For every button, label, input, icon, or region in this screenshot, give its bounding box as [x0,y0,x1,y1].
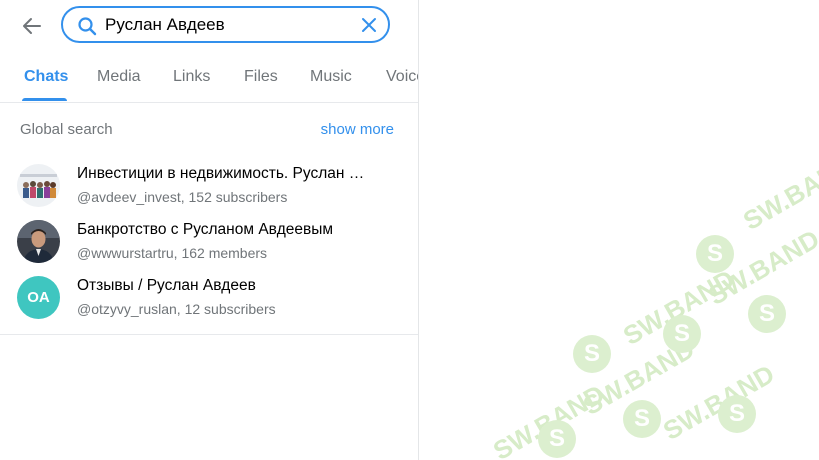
tab-media[interactable]: Media [97,68,141,102]
arrow-left-icon [23,18,41,34]
show-more-link[interactable]: show more [321,121,394,138]
close-icon [362,18,376,32]
avatar [17,164,60,207]
group-photo-icon [17,164,60,207]
global-search-header: Global search show more [0,102,418,156]
section-title: Global search [20,121,113,138]
list-item[interactable]: OA Отзывы / Руслан Авдеев @otzyvy_ruslan… [0,270,418,326]
avatar [17,220,60,263]
result-subtitle: @otzyvy_ruslan, 12 subscribers [77,301,276,317]
active-tab-indicator [22,98,67,101]
tab-files[interactable]: Files [244,68,278,102]
result-title: Инвестиции в недвижимость. Руслан Авдеев [77,165,372,182]
avatar: OA [17,276,60,319]
watermark: SW.BAND SW.BAND SW.BAND SW.BAND SW.BAND … [418,150,819,460]
watermark-logo-icon: S [663,315,701,353]
clear-search-button[interactable] [358,14,380,36]
watermark-logo-icon: S [696,235,734,273]
watermark-logo-icon: S [573,335,611,373]
watermark-logo-icon: S [623,400,661,438]
search-input[interactable] [105,14,345,36]
list-item[interactable]: Банкротство с Русланом Авдеевым @wwwurst… [0,214,418,270]
watermark-logo-icon: S [748,295,786,333]
list-item[interactable]: Инвестиции в недвижимость. Руслан Авдеев… [0,158,418,214]
tab-music[interactable]: Music [310,68,352,102]
search-field[interactable] [61,6,390,43]
portrait-photo-icon [17,220,60,263]
tab-chats[interactable]: Chats [24,68,68,102]
result-title: Отзывы / Руслан Авдеев [77,277,256,294]
watermark-logo-icon: S [718,395,756,433]
results-divider [0,334,418,335]
back-button[interactable] [16,10,48,42]
tab-voice[interactable]: Voice [386,68,418,102]
search-panel: Chats Media Links Files Music Voice Glob… [0,0,419,460]
watermark-logo-icon: S [538,420,576,458]
search-icon [78,17,97,36]
tab-links[interactable]: Links [173,68,210,102]
search-header [0,0,418,52]
result-title: Банкротство с Русланом Авдеевым [77,221,334,238]
search-tabs: Chats Media Links Files Music Voice [0,52,418,103]
result-subtitle: @avdeev_invest, 152 subscribers [77,189,288,205]
result-subtitle: @wwwurstartru, 162 members [77,245,268,261]
